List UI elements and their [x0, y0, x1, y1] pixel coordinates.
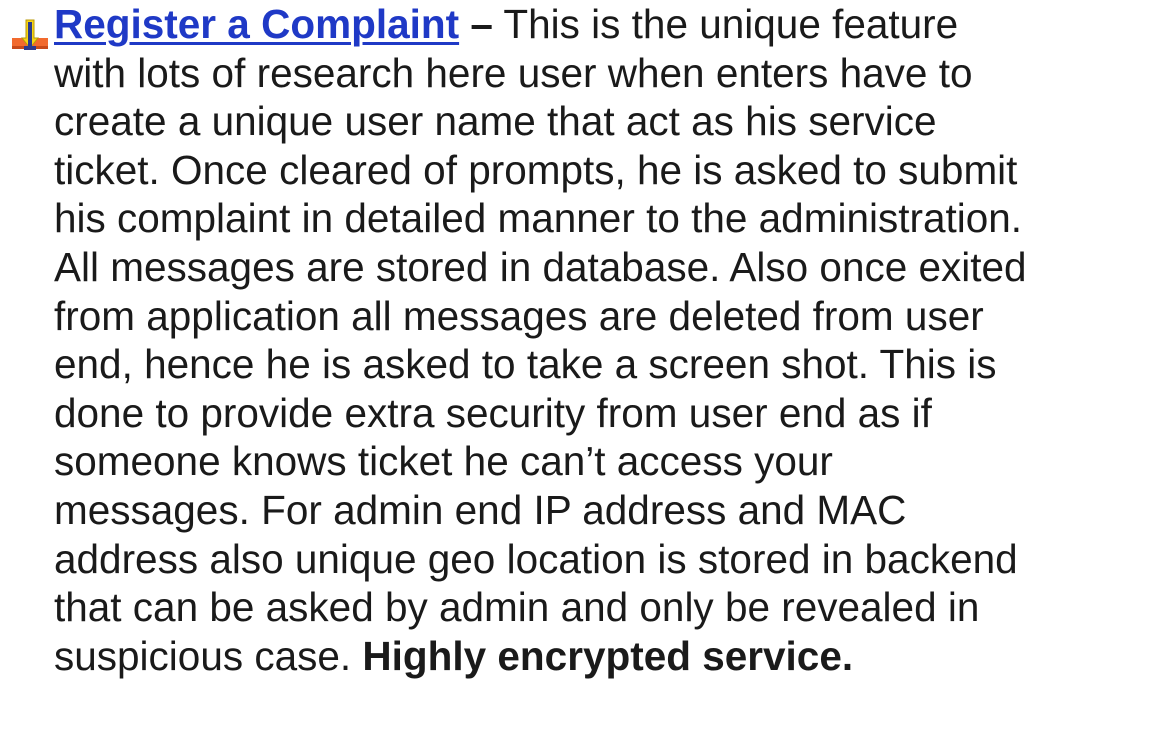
line-13: that can be asked by admin and only be r… — [54, 584, 980, 631]
line-9: done to provide extra security from user… — [54, 389, 932, 436]
complaint-feature-item: Register a Complaint – This is the uniqu… — [0, 0, 1158, 746]
line-10: someone knows ticket he can’t access you… — [54, 438, 833, 485]
line-8: end, hence he is asked to take a screen … — [54, 341, 997, 388]
register-complaint-link[interactable]: Register a Complaint — [54, 1, 459, 47]
line-5: his complaint in detailed manner to the … — [54, 195, 1023, 242]
line-11: messages. For admin end IP address and M… — [54, 486, 907, 533]
line-1: Register a Complaint – This is the uniqu… — [54, 0, 1154, 49]
feature-description: Register a Complaint – This is the uniqu… — [54, 0, 1154, 680]
line-14: suspicious case. Highly encrypted servic… — [54, 632, 1154, 681]
dash: – — [470, 1, 493, 47]
line-12: address also unique geo location is stor… — [54, 535, 1018, 582]
bold-ending: Highly encrypted service. — [362, 632, 854, 679]
line-text: This is the unique feature — [492, 1, 959, 47]
line-4: ticket. Once cleared of prompts, he is a… — [54, 146, 1018, 193]
line-text: suspicious case. — [54, 632, 363, 679]
line-2: with lots of research here user when ent… — [54, 49, 973, 96]
bullet-arrow-icon — [12, 19, 48, 50]
line-6: All messages are stored in database. Als… — [54, 243, 1027, 290]
line-7: from application all messages are delete… — [54, 292, 984, 339]
line-3: create a unique user name that act as hi… — [54, 98, 937, 145]
